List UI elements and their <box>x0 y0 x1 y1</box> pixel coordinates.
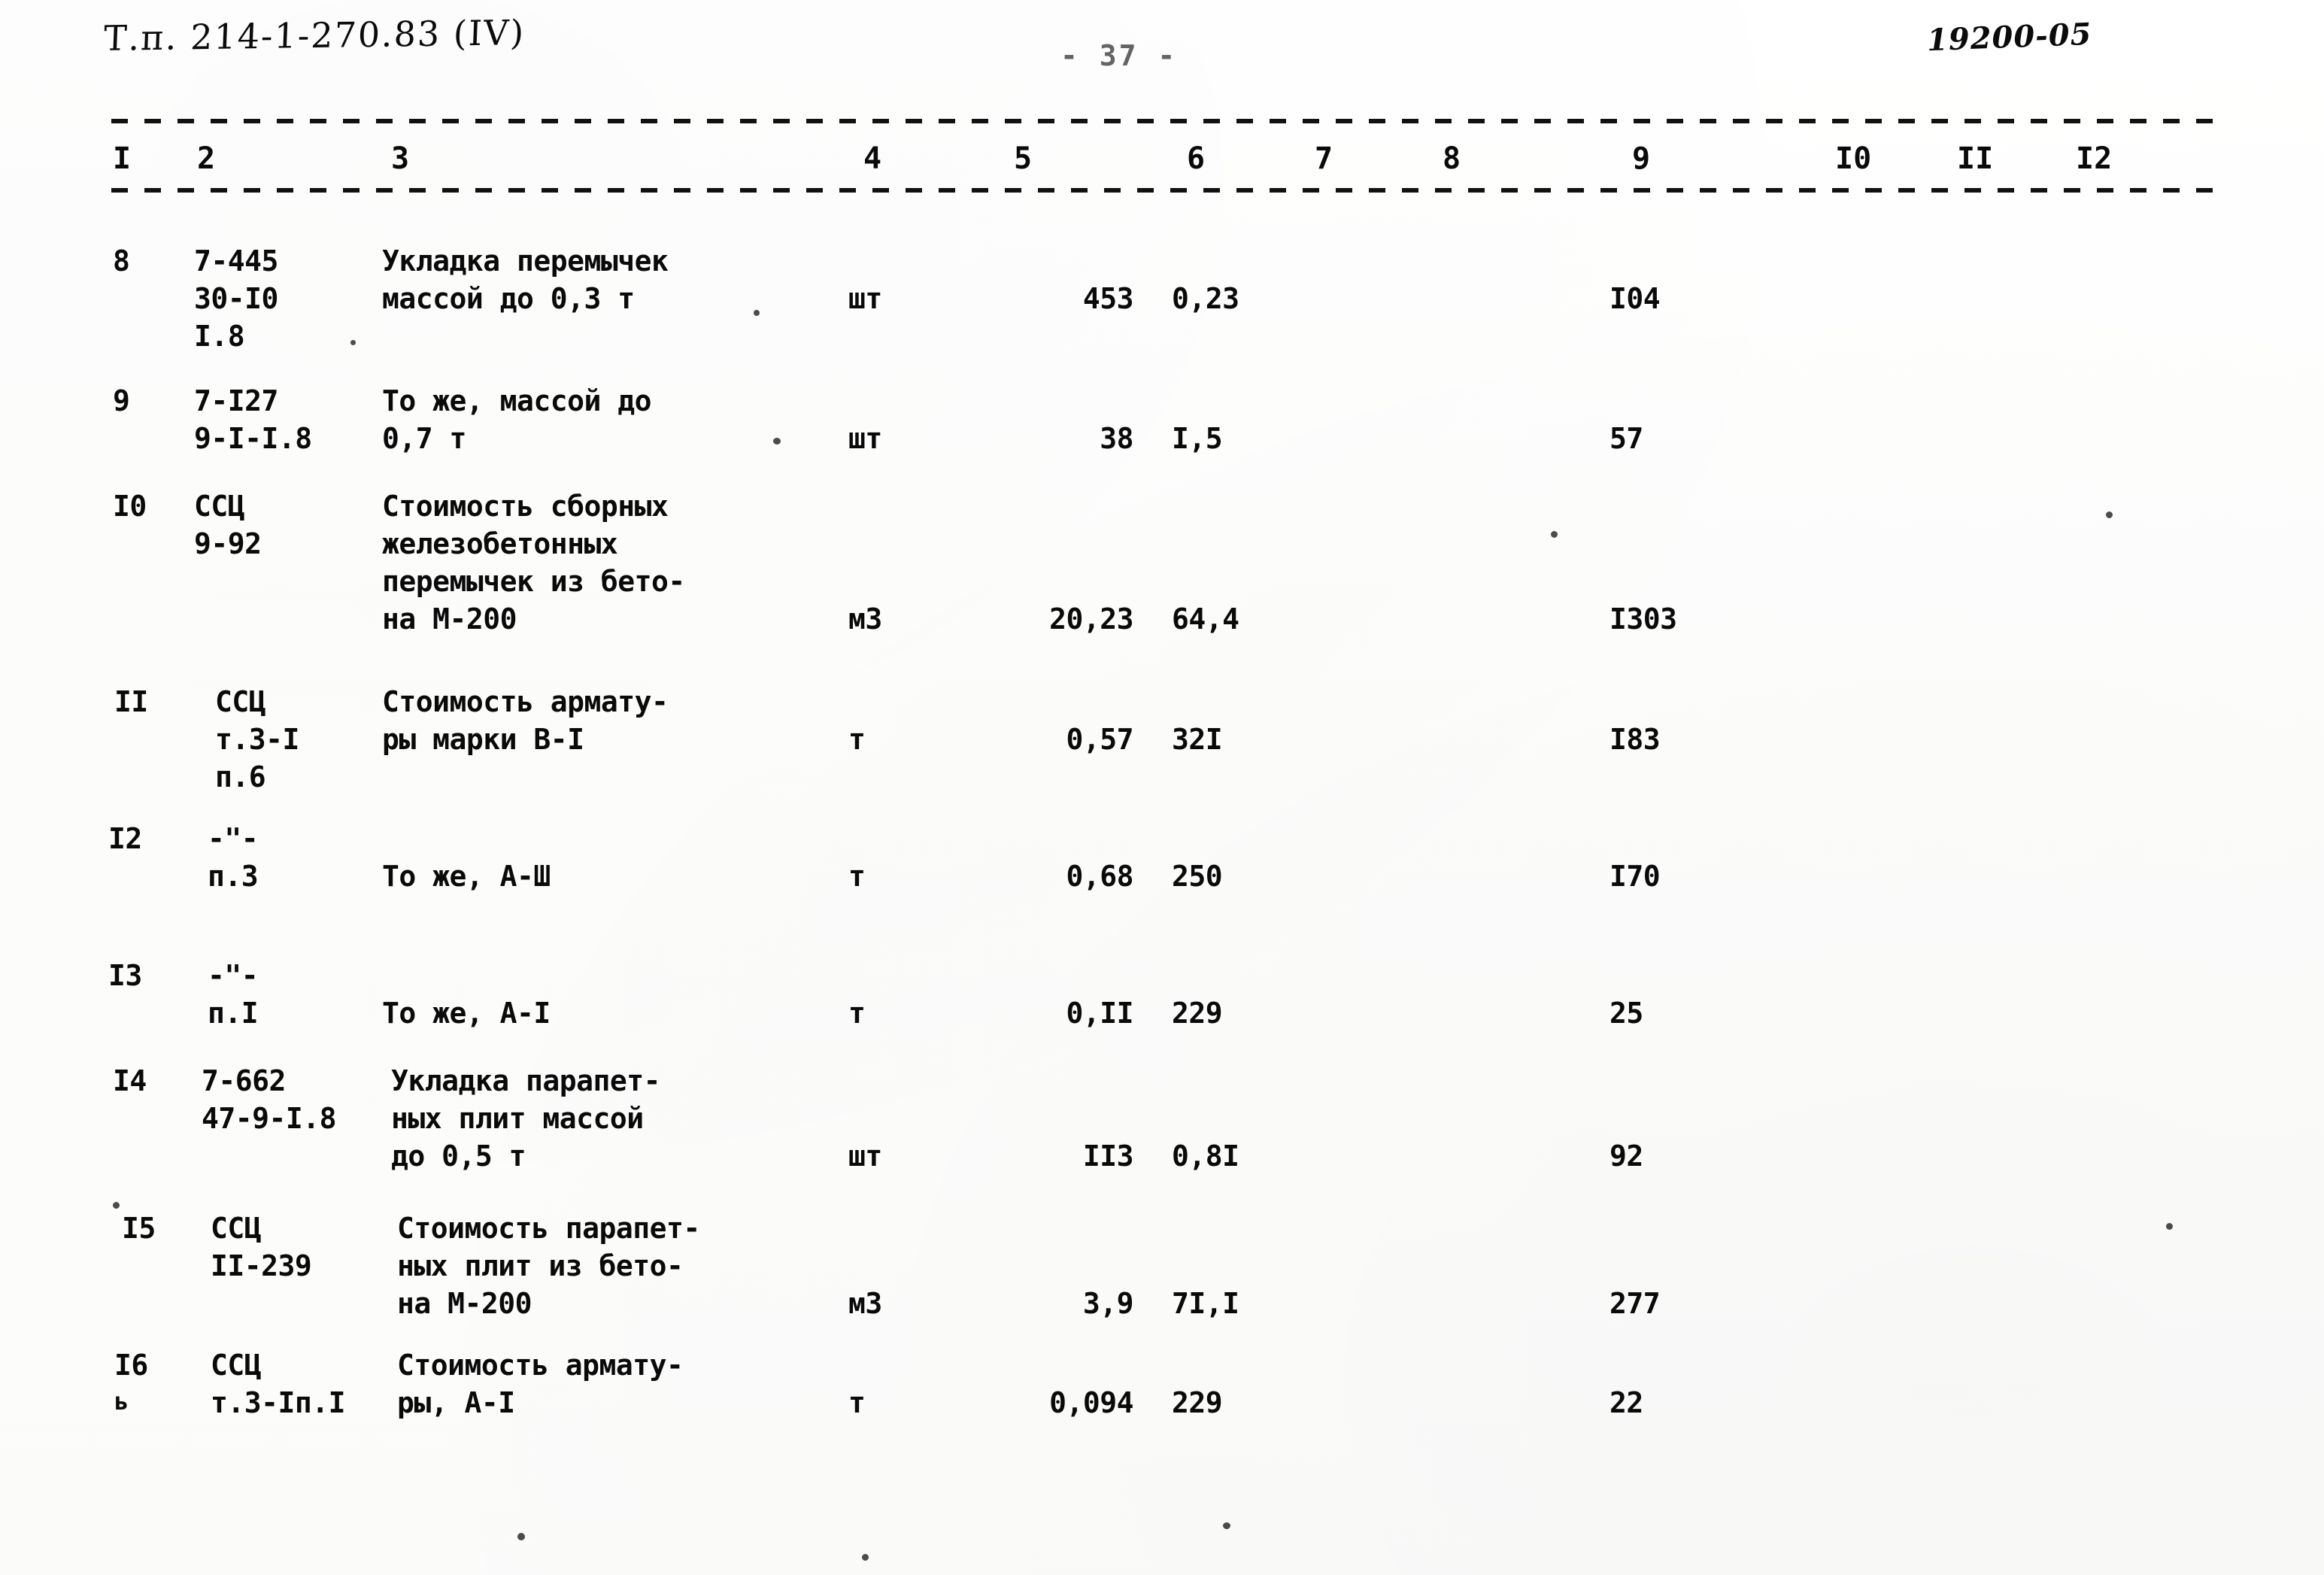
row-unit-price: 0,23 <box>1172 282 1239 315</box>
scan-speckle <box>350 340 356 345</box>
row-number: 8 <box>113 244 130 278</box>
scan-speckle <box>754 310 760 316</box>
row-quantity: 20,23 <box>1049 602 1133 636</box>
row-code: 7-445 30-I0 I.8 <box>194 244 278 353</box>
table-rule-top <box>111 119 2217 123</box>
row-total: 277 <box>1610 1287 1661 1320</box>
row-code: -"- п.3 <box>208 822 259 893</box>
row-code: 7-I27 9-I-I.8 <box>194 384 312 455</box>
row-quantity: 38 <box>1100 422 1133 455</box>
column-header-10: I0 <box>1835 141 1872 176</box>
row-description: Стоимость парапет- ных плит из бето- на … <box>397 1212 700 1320</box>
scan-speckle <box>1223 1522 1230 1529</box>
row-unit: т <box>848 723 866 756</box>
row-unit-price: 0,8I <box>1172 1140 1239 1173</box>
row-unit: м3 <box>848 1287 882 1320</box>
row-code: ССЦ т.3-Iп.I <box>211 1349 346 1419</box>
row-number: I0 <box>113 490 147 523</box>
row-code: ССЦ 9-92 <box>194 490 262 560</box>
row-total: 25 <box>1610 997 1643 1030</box>
row-unit-price: 229 <box>1172 1386 1223 1419</box>
row-unit: шт <box>848 422 882 455</box>
page-number: - 37 - <box>1060 39 1178 72</box>
row-quantity: 0,57 <box>1066 723 1133 756</box>
row-total: I303 <box>1610 602 1677 636</box>
row-quantity: II3 <box>1082 1140 1134 1173</box>
scan-speckle <box>2166 1223 2173 1230</box>
row-quantity: 3,9 <box>1082 1287 1134 1320</box>
row-code: 7-662 47-9-I.8 <box>202 1064 337 1135</box>
column-header-2: 2 <box>197 141 216 176</box>
row-code: ССЦ т.3-I п.6 <box>215 685 299 794</box>
row-unit-price: 64,4 <box>1172 602 1239 636</box>
row-description: Стоимость армату- ры марки В-I <box>382 685 669 756</box>
row-number: I3 <box>108 959 142 992</box>
row-quantity: 0,68 <box>1066 860 1133 893</box>
row-number: II <box>114 685 148 718</box>
table-rule-bottom <box>111 188 2217 193</box>
column-header-9: 9 <box>1632 141 1651 176</box>
row-number: I2 <box>108 822 142 855</box>
row-total: I83 <box>1610 723 1661 756</box>
row-description: То же, А-Ш <box>382 860 551 893</box>
row-unit: т <box>848 1386 866 1419</box>
row-unit-price: 250 <box>1172 860 1223 893</box>
row-code: ССЦ II-239 <box>211 1212 312 1282</box>
column-header-7: 7 <box>1315 141 1333 176</box>
column-header-6: 6 <box>1187 141 1206 176</box>
row-total: I04 <box>1610 282 1661 315</box>
scanned-page: Т.п. 214-1-270.83 (IV) - 37 - 19200-05 I… <box>0 0 2324 1575</box>
row-total: 22 <box>1610 1386 1643 1419</box>
row-unit: шт <box>848 282 882 315</box>
column-header-3: 3 <box>391 141 410 176</box>
row-total: I70 <box>1610 860 1661 893</box>
scan-speckle <box>1551 531 1558 538</box>
row-unit-price: 7I,I <box>1172 1287 1239 1320</box>
sheet-code-handwritten: 19200-05 <box>1926 16 2093 59</box>
row-number: 9 <box>113 384 130 417</box>
scan-speckle <box>862 1554 869 1561</box>
row-description: Укладка перемычек массой до 0,3 т <box>382 244 669 315</box>
row-description: То же, массой до 0,7 т <box>382 384 652 455</box>
row-quantity: 0,094 <box>1049 1386 1133 1419</box>
row-description: Стоимость сборных железобетонных перемыч… <box>382 490 685 636</box>
scan-speckle <box>773 438 781 445</box>
scan-speckle <box>113 1202 120 1209</box>
row-unit: шт <box>848 1140 882 1173</box>
row-quantity: 453 <box>1082 282 1134 315</box>
document-code-handwritten: Т.п. 214-1-270.83 (IV) <box>102 12 526 59</box>
row-number: I5 <box>122 1212 156 1245</box>
stray-typewriter-mark: ь <box>114 1387 129 1416</box>
row-unit-price: I,5 <box>1172 422 1223 455</box>
column-header-5: 5 <box>1014 141 1033 176</box>
column-header-11: II <box>1957 141 1994 176</box>
row-quantity: 0,II <box>1066 997 1133 1030</box>
row-unit: т <box>848 860 866 893</box>
row-unit-price: 32I <box>1172 723 1223 756</box>
row-total: 57 <box>1610 422 1643 455</box>
row-description: Стоимость армату- ры, А-I <box>397 1349 684 1419</box>
scan-speckle <box>2106 511 2113 518</box>
row-unit: м3 <box>848 602 882 636</box>
row-code: -"- п.I <box>208 959 259 1030</box>
row-number: I6 <box>114 1349 148 1382</box>
row-total: 92 <box>1610 1140 1643 1173</box>
row-unit: т <box>848 997 866 1030</box>
row-description: То же, А-I <box>382 997 551 1030</box>
row-description: Укладка парапет- ных плит массой до 0,5 … <box>391 1064 661 1173</box>
column-header-8: 8 <box>1443 141 1461 176</box>
row-unit-price: 229 <box>1172 997 1223 1030</box>
row-number: I4 <box>113 1064 147 1097</box>
column-header-12: I2 <box>2076 141 2113 176</box>
scan-speckle <box>517 1533 525 1540</box>
column-header-1: I <box>113 141 132 176</box>
column-header-4: 4 <box>863 141 882 176</box>
